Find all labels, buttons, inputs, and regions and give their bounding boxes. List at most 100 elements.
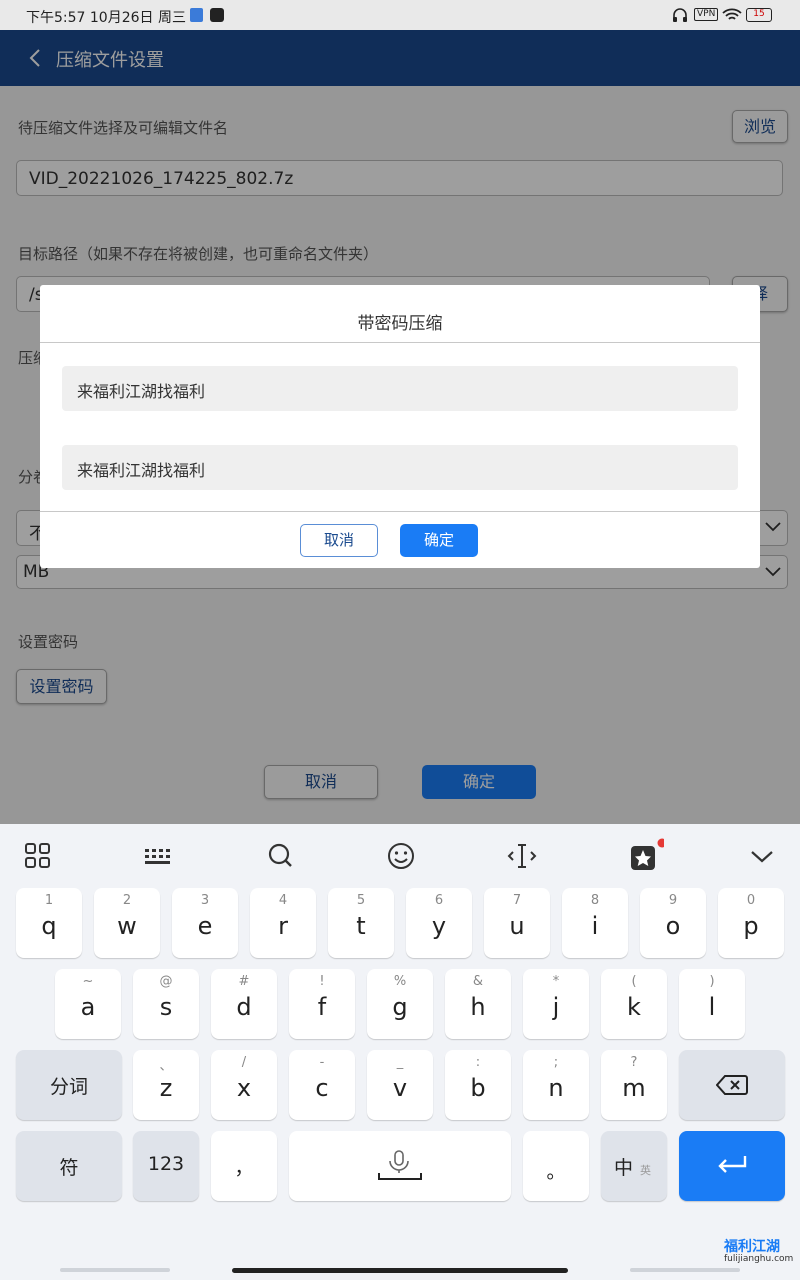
password-confirm-input[interactable]: 来福利江湖找福利 xyxy=(62,445,738,490)
key-v[interactable]: _ v xyxy=(367,1050,433,1120)
key-q[interactable]: 1q xyxy=(16,888,82,958)
key-b-alt: : xyxy=(475,1055,481,1070)
key-g[interactable]: % g xyxy=(367,969,433,1039)
headphones-icon xyxy=(673,8,687,22)
key-a-alt: ~ xyxy=(82,974,94,989)
watermark-domain: fulijianghu.com xyxy=(724,1254,794,1264)
key-s[interactable]: @ s xyxy=(133,969,199,1039)
soft-keyboard: 1q2w3e4r5t6y7u8i9o0p ~ a @ s # d! f% g & h * j(k) l … xyxy=(0,824,800,1280)
dialog-divider xyxy=(40,511,760,512)
wifi-icon xyxy=(722,8,742,20)
key-s-label: s xyxy=(159,993,173,1021)
home-gesture-bar[interactable] xyxy=(232,1268,568,1273)
key-k[interactable]: (k xyxy=(601,969,667,1039)
key-z-alt: 、 xyxy=(159,1059,173,1074)
symbols-key-label: 符 xyxy=(59,1157,79,1179)
key-l[interactable]: ) l xyxy=(679,969,745,1039)
microphone-icon xyxy=(378,1150,422,1180)
language-main-label: 中 xyxy=(614,1157,634,1179)
key-k-label: k xyxy=(627,993,641,1021)
symbols-key[interactable]: 符 xyxy=(16,1131,122,1201)
key-b[interactable]: :b xyxy=(445,1050,511,1120)
key-p[interactable]: 0p xyxy=(718,888,784,958)
notification-app-icon xyxy=(190,8,203,22)
language-toggle-key[interactable]: 中 英 xyxy=(601,1131,667,1201)
vpn-badge: VPN xyxy=(694,8,719,21)
key-z-label: z xyxy=(159,1074,173,1102)
key-u[interactable]: 7u xyxy=(484,888,550,958)
numbers-key[interactable]: 123 xyxy=(133,1131,199,1201)
nav-segment xyxy=(60,1268,170,1272)
numbers-key-label: 123 xyxy=(147,1153,185,1175)
key-o[interactable]: 9o xyxy=(640,888,706,958)
key-w[interactable]: 2w xyxy=(94,888,160,958)
key-o-alt: 9 xyxy=(668,893,678,908)
backspace-key[interactable] xyxy=(679,1050,785,1120)
key-o-label: o xyxy=(665,912,681,940)
key-f[interactable]: ! f xyxy=(289,969,355,1039)
key-p-label: p xyxy=(743,912,759,940)
key-n-label: n xyxy=(548,1074,564,1102)
key-n-alt: ; xyxy=(553,1055,559,1070)
dialog-confirm-button[interactable]: 确定 xyxy=(400,524,478,557)
password-dialog: 带密码压缩 来福利江湖找福利 来福利江湖找福利 取消 确定 xyxy=(40,285,760,568)
chevron-down-icon[interactable] xyxy=(742,838,782,874)
key-a[interactable]: ~ a xyxy=(55,969,121,1039)
key-i[interactable]: 8i xyxy=(562,888,628,958)
key-y-label: y xyxy=(431,912,447,940)
space-key[interactable] xyxy=(289,1131,511,1201)
key-j-alt: * xyxy=(552,974,560,989)
key-c-label: c xyxy=(315,1074,329,1102)
watermark-brand: 福利江湖 xyxy=(724,1239,780,1255)
split-word-key-label: 分词 xyxy=(49,1076,88,1098)
key-b-label: b xyxy=(470,1074,486,1102)
key-r-alt: 4 xyxy=(278,893,288,908)
key-l-alt: ) xyxy=(709,974,715,989)
key-w-alt: 2 xyxy=(122,893,132,908)
language-sub-label: 英 xyxy=(640,1164,651,1177)
apps-grid-icon[interactable] xyxy=(20,838,60,874)
key-c[interactable]: -c xyxy=(289,1050,355,1120)
notification-link-icon xyxy=(210,8,224,22)
key-u-alt: 7 xyxy=(512,893,522,908)
key-r-label: r xyxy=(278,912,288,940)
key-e[interactable]: 3e xyxy=(172,888,238,958)
key-c-alt: - xyxy=(319,1055,325,1070)
key-v-label: v xyxy=(392,1074,408,1102)
key-f-alt: ! xyxy=(319,974,325,989)
key-g-alt: % xyxy=(393,974,407,989)
enter-key[interactable] xyxy=(679,1131,785,1201)
key-z[interactable]: 、 z xyxy=(133,1050,199,1120)
key-j[interactable]: * j xyxy=(523,969,589,1039)
key-w-label: w xyxy=(117,912,137,940)
cursor-edit-icon[interactable] xyxy=(502,838,542,874)
comma-key[interactable]: ， xyxy=(211,1131,277,1201)
key-x-alt: / xyxy=(241,1055,247,1070)
key-g-label: g xyxy=(392,993,408,1021)
key-v-alt: _ xyxy=(396,1055,404,1070)
clipboard-favorite-icon[interactable] xyxy=(624,838,664,874)
dialog-cancel-button[interactable]: 取消 xyxy=(300,524,378,557)
nav-segment xyxy=(630,1268,740,1272)
emoji-icon[interactable] xyxy=(381,838,421,874)
key-n[interactable]: ; n xyxy=(523,1050,589,1120)
split-word-key[interactable]: 分词 xyxy=(16,1050,122,1120)
key-k-alt: ( xyxy=(631,974,637,989)
key-i-label: i xyxy=(591,912,599,940)
status-bar: 下午5:57 10月26日 周三 VPN 15 xyxy=(0,0,800,30)
period-key[interactable]: 。 xyxy=(523,1131,589,1201)
key-d[interactable]: # d xyxy=(211,969,277,1039)
key-i-alt: 8 xyxy=(590,893,600,908)
key-q-label: q xyxy=(41,912,57,940)
key-h[interactable]: & h xyxy=(445,969,511,1039)
key-y[interactable]: 6y xyxy=(406,888,472,958)
key-x[interactable]: / x xyxy=(211,1050,277,1120)
key-t[interactable]: 5t xyxy=(328,888,394,958)
key-t-alt: 5 xyxy=(356,893,366,908)
key-h-label: h xyxy=(470,993,486,1021)
search-icon[interactable] xyxy=(260,838,300,874)
key-m[interactable]: ? m xyxy=(601,1050,667,1120)
keyboard-layout-icon[interactable] xyxy=(140,838,180,874)
key-r[interactable]: 4r xyxy=(250,888,316,958)
password-input[interactable]: 来福利江湖找福利 xyxy=(62,366,738,411)
